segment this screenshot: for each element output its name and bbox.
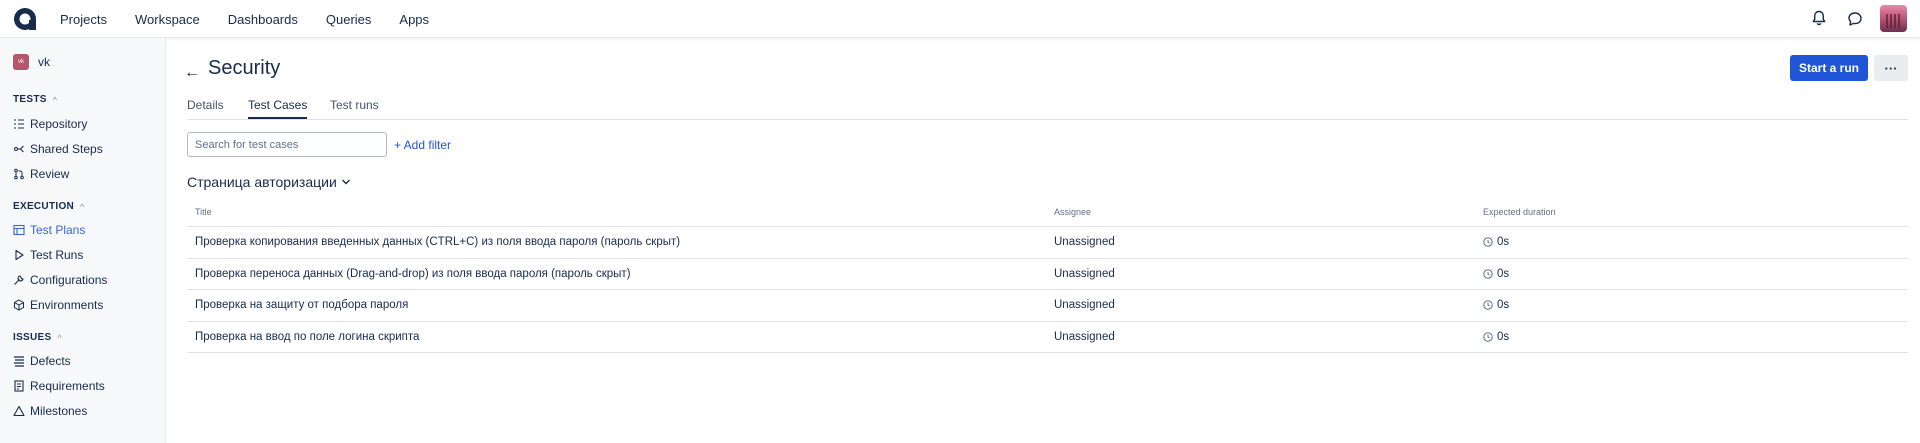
shared-steps-icon [14, 145, 24, 153]
duration-value: 0s [1497, 236, 1510, 248]
sidebar-item-label: Test Runs [30, 248, 84, 262]
sidebar-item-milestones[interactable]: Milestones [13, 404, 87, 418]
milestone-icon [13, 405, 25, 417]
sidebar-item-requirements[interactable]: Requirements [13, 379, 105, 393]
test-case-title[interactable]: Проверка копирования введенных данных (C… [195, 236, 680, 248]
test-case-title[interactable]: Проверка на защиту от подбора пароля [195, 299, 408, 311]
table-header: Title Assignee Expected duration [187, 200, 1908, 227]
sidebar-item-label: Test Plans [30, 223, 86, 237]
table-row[interactable]: Проверка переноса данных (Drag-and-drop)… [187, 259, 1908, 290]
defects-icon [14, 356, 24, 367]
tab-test-runs[interactable]: Test runs [330, 98, 379, 117]
test-cases-table: Title Assignee Expected duration Проверк… [187, 200, 1908, 353]
page-title: Security [208, 57, 281, 79]
section-tests-header[interactable]: TESTS ^ [13, 94, 57, 105]
start-run-button[interactable]: Start a run [1790, 55, 1868, 81]
repository-icon [14, 119, 24, 129]
column-header-assignee[interactable]: Assignee [1054, 207, 1091, 217]
sidebar-item-label: Configurations [30, 273, 108, 287]
main-menu: Projects Workspace Dashboards Queries Ap… [60, 0, 457, 38]
clock-icon [1483, 268, 1493, 279]
add-filter-button[interactable]: + Add filter [394, 138, 451, 152]
chevron-up-icon: ^ [80, 201, 85, 212]
assignee-value: Unassigned [1054, 236, 1115, 248]
section-issues-header[interactable]: ISSUES ^ [13, 332, 62, 343]
sidebar-item-label: Repository [30, 117, 88, 131]
clock-icon [1483, 237, 1493, 247]
sidebar-item-test-runs[interactable]: Test Runs [13, 248, 83, 262]
wrench-icon [14, 275, 24, 285]
duration-cell: 0s [1483, 236, 1509, 248]
nav-projects[interactable]: Projects [60, 12, 107, 27]
play-icon [15, 249, 24, 261]
project-avatar: vk [13, 54, 29, 70]
sidebar-item-shared-steps[interactable]: Shared Steps [13, 142, 103, 156]
table-row[interactable]: Проверка копирования введенных данных (C… [187, 227, 1908, 259]
sidebar-item-label: Milestones [30, 404, 88, 418]
chat-bubble-icon[interactable] [1846, 10, 1864, 28]
notifications-bell-icon[interactable] [1810, 9, 1828, 27]
sidebar-item-environments[interactable]: Environments [13, 298, 103, 312]
project-name: vk [38, 55, 50, 69]
assignee-value: Unassigned [1054, 267, 1115, 280]
chevron-up-icon: ^ [57, 332, 63, 343]
sidebar-item-defects[interactable]: Defects [13, 354, 71, 368]
back-arrow-icon[interactable]: ← [184, 64, 200, 82]
sidebar-item-label: Defects [30, 354, 71, 368]
tab-details[interactable]: Details [187, 98, 224, 117]
cube-icon [14, 299, 24, 311]
section-title: EXECUTION [13, 201, 75, 212]
chevron-down-icon [341, 179, 350, 185]
tab-test-cases[interactable]: Test Cases [248, 98, 308, 119]
sidebar-item-review[interactable]: Review [13, 167, 69, 181]
test-case-title[interactable]: Проверка на ввод по поле логина скрипта [195, 331, 419, 343]
app-logo-icon[interactable] [12, 6, 38, 32]
table-row[interactable]: Проверка на ввод по поле логина скрипта … [187, 322, 1908, 353]
section-execution-header[interactable]: EXECUTION ^ [13, 201, 85, 212]
sidebar-item-label: Requirements [30, 379, 105, 393]
duration-value: 0s [1497, 267, 1510, 280]
main-content: ← Security Start a run ··· Details Test … [166, 38, 1920, 443]
group-title: Страница авторизации [187, 174, 337, 190]
assignee-value: Unassigned [1054, 299, 1115, 311]
sidebar-item-label: Shared Steps [30, 142, 103, 156]
sidebar-item-label: Review [30, 167, 70, 181]
duration-value: 0s [1497, 299, 1510, 311]
test-case-title[interactable]: Проверка переноса данных (Drag-and-drop)… [195, 268, 631, 280]
requirements-icon [14, 380, 24, 392]
assignee-value: Unassigned [1054, 330, 1115, 343]
chevron-up-icon: ^ [52, 94, 58, 105]
duration-cell: 0s [1483, 268, 1509, 280]
duration-cell: 0s [1483, 299, 1509, 311]
search-input[interactable] [187, 132, 387, 157]
nav-apps[interactable]: Apps [399, 12, 429, 27]
sidebar-item-label: Environments [30, 298, 104, 312]
nav-queries[interactable]: Queries [326, 12, 372, 27]
duration-cell: 0s [1483, 331, 1509, 343]
clock-icon [1483, 300, 1493, 310]
group-header[interactable]: Страница авторизации [187, 174, 351, 190]
section-title: ISSUES [13, 332, 52, 343]
section-title: TESTS [13, 94, 47, 105]
column-header-title[interactable]: Title [195, 207, 212, 217]
sidebar-item-test-plans[interactable]: Test Plans [13, 223, 85, 237]
nav-workspace[interactable]: Workspace [135, 12, 200, 27]
sidebar: vk vk TESTS ^ Repository Shared Steps Re… [0, 38, 166, 443]
top-navigation-bar: Projects Workspace Dashboards Queries Ap… [0, 0, 1920, 38]
sidebar-item-configurations[interactable]: Configurations [13, 273, 107, 287]
project-switcher[interactable]: vk vk [13, 54, 50, 70]
more-options-button[interactable]: ··· [1874, 55, 1908, 81]
sidebar-item-repository[interactable]: Repository [13, 117, 87, 131]
clock-icon [1483, 331, 1493, 342]
test-plans-icon [13, 224, 25, 236]
review-icon [14, 168, 24, 180]
column-header-expected-duration[interactable]: Expected duration [1483, 207, 1556, 217]
duration-value: 0s [1497, 330, 1510, 343]
nav-dashboards[interactable]: Dashboards [228, 12, 298, 27]
table-row[interactable]: Проверка на защиту от подбора пароля Una… [187, 290, 1908, 322]
user-avatar[interactable] [1880, 5, 1907, 32]
tab-bar: Details Test Cases Test runs [187, 98, 1908, 120]
